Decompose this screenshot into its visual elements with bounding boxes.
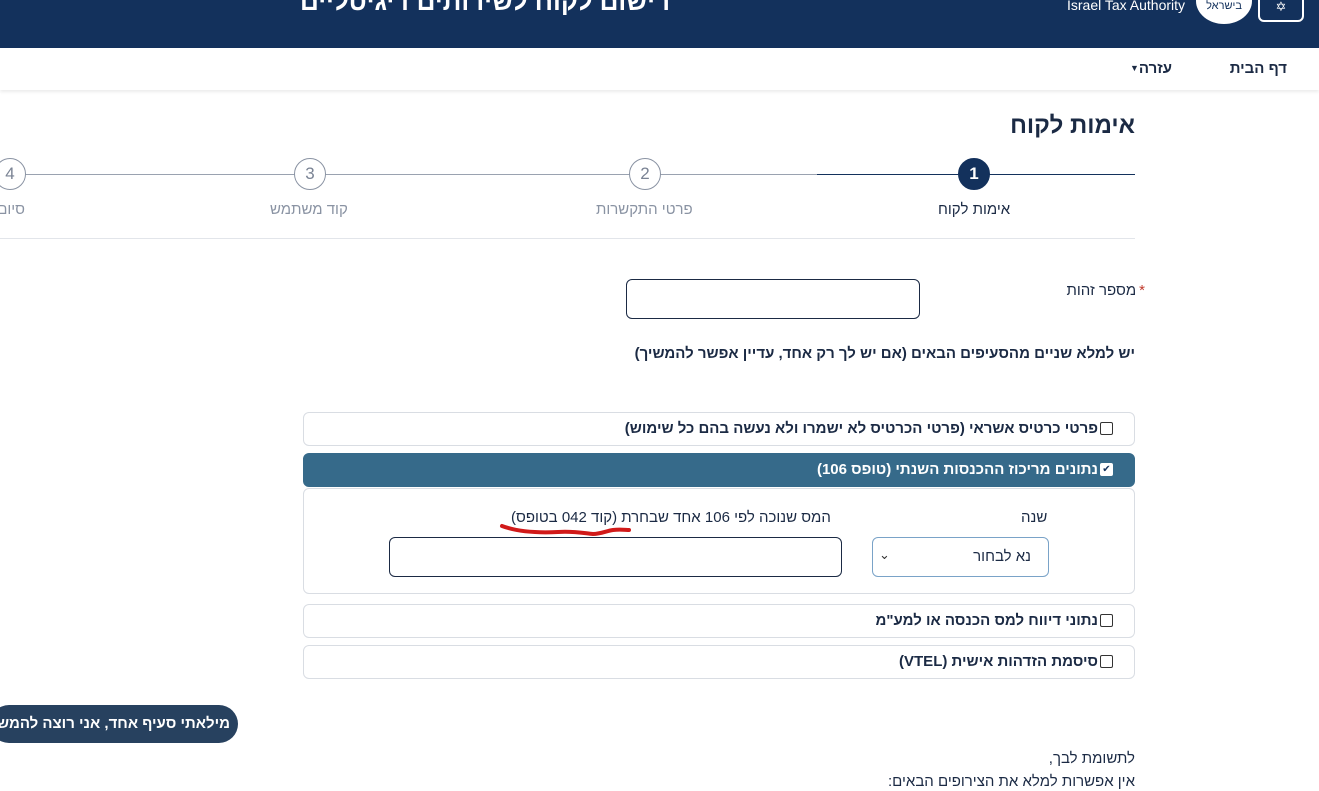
form-106-checkbox[interactable]: ✔ (1100, 463, 1113, 476)
state-emblem-icon: ✡ (1258, 0, 1304, 22)
caret-down-icon: ▼ (1130, 63, 1139, 73)
step-4-circle: 4 (0, 158, 26, 190)
vtel-checkbox[interactable] (1100, 655, 1113, 668)
credit-card-checkbox[interactable] (1100, 422, 1113, 435)
step-1-label: אימות לקוח (938, 201, 1011, 218)
year-select[interactable]: נא לבחור ⌄ (872, 537, 1049, 577)
red-underline-annotation (500, 524, 631, 537)
authority-name: Israel Tax Authority (1067, 0, 1186, 13)
id-number-input[interactable] (626, 279, 920, 319)
continue-with-one-button[interactable]: מילאתי סעיף אחד, אני רוצה להמשיך (0, 705, 238, 743)
note-heading: לתשומת לבך, (1048, 750, 1135, 767)
main-nav: דף הבית עזרה▼ (0, 48, 1319, 90)
option-vtel-label: סיסמת הזדהות אישית (VTEL) (899, 653, 1098, 670)
option-vtel[interactable]: סיסמת הזדהות אישית (VTEL) (303, 645, 1135, 679)
step-2-circle: 2 (629, 158, 661, 190)
step-2-label: פרטי התקשרות (596, 201, 693, 218)
option-credit-card[interactable]: פרטי כרטיס אשראי (פרטי הכרטיס לא ישמרו ו… (303, 412, 1135, 446)
nav-home-link[interactable]: דף הבית (1230, 60, 1287, 77)
required-mark: * (1139, 282, 1145, 299)
tax-deducted-input[interactable] (389, 537, 842, 577)
option-credit-card-label: פרטי כרטיס אשראי (פרטי הכרטיס לא ישמרו ו… (624, 420, 1098, 437)
stepper-divider (0, 238, 1135, 239)
step-3-circle: 3 (294, 158, 326, 190)
option-tax-report-label: נתוני דיווח למס הכנסה או למע"מ (875, 612, 1098, 629)
nav-help-label: עזרה (1138, 60, 1173, 77)
nav-help-dropdown[interactable]: עזרה▼ (1124, 60, 1172, 77)
option-form-106[interactable]: ✔ נתונים מריכוז ההכנסות השנתי (טופס 106) (303, 453, 1135, 487)
year-select-value: נא לבחור (973, 548, 1031, 565)
top-header: רישום לקוח לשירותים דיגיטליים Israel Tax… (0, 0, 1319, 48)
tax-report-checkbox[interactable] (1100, 614, 1113, 627)
chevron-down-icon: ⌄ (879, 547, 890, 562)
note-text: אין אפשרות למלא את הצירופים הבאים: (887, 773, 1135, 790)
year-label: שנה (1021, 509, 1048, 526)
id-number-label-text: מספר זהות (1066, 282, 1137, 299)
step-4-label: סיום (0, 201, 25, 218)
gov-logo-text: בישראל (1206, 0, 1242, 12)
page-title: אימות לקוח (1010, 112, 1135, 139)
id-number-label: *מספר זהות (1067, 282, 1145, 299)
option-form-106-label: נתונים מריכוז ההכנסות השנתי (טופס 106) (816, 461, 1098, 478)
instruction-text: יש למלא שניים מהסעיפים הבאים (אם יש לך ר… (634, 345, 1135, 362)
stepper-line (0, 174, 817, 175)
step-3-label: קוד משתמש (270, 201, 348, 218)
step-1-circle: 1 (958, 158, 990, 190)
site-title: רישום לקוח לשירותים דיגיטליים (299, 0, 670, 16)
gov-logo: בישראל (1196, 0, 1252, 24)
option-tax-report[interactable]: נתוני דיווח למס הכנסה או למע"מ (303, 604, 1135, 638)
